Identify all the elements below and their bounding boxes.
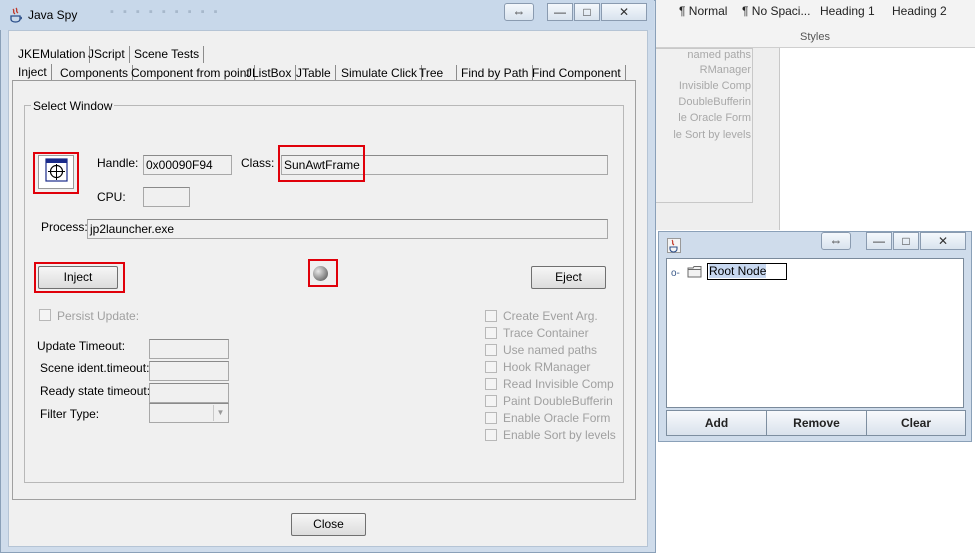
cpu-label: CPU: (97, 190, 126, 204)
enable-sort-by-levels-checkbox[interactable] (485, 429, 497, 441)
java-app-icon (667, 238, 681, 253)
tab-jscript[interactable]: JScript (84, 46, 130, 63)
background-panel: named paths RManager Invisible Comp Doub… (655, 48, 780, 230)
folder-icon (687, 265, 703, 278)
create-event-arg-label: Create Event Arg. (503, 309, 598, 323)
highlight-finder-tool (33, 152, 79, 194)
scene-ident-timeout-field[interactable] (149, 361, 229, 381)
use-named-paths-label: Use named paths (503, 343, 598, 357)
chevron-down-icon: ▼ (213, 405, 227, 421)
update-timeout-label: Update Timeout: (37, 339, 126, 353)
bg-option: DoubleBufferin (678, 96, 751, 108)
window-title: Java Spy (28, 8, 78, 22)
tab-scene-tests[interactable]: Scene Tests (130, 46, 205, 63)
hook-rmanager-checkbox[interactable] (485, 361, 497, 373)
bg-option: le Sort by levels (673, 129, 751, 141)
enable-oracle-form-label: Enable Oracle Form (503, 411, 611, 425)
minimize-button[interactable]: — (866, 232, 892, 250)
trace-container-checkbox[interactable] (485, 327, 497, 339)
eject-button[interactable]: Eject (531, 266, 606, 289)
process-label: Process: (41, 220, 88, 234)
handle-field: 0x00090F94 (143, 155, 232, 175)
persist-update-checkbox[interactable] (39, 309, 51, 321)
minimize-button[interactable]: — (547, 3, 573, 21)
style-normal[interactable]: ¶ Normal (679, 4, 727, 18)
swap-icon[interactable]: ⇔ (504, 3, 534, 21)
maximize-button[interactable]: □ (893, 232, 919, 250)
style-heading-2[interactable]: Heading 2 (892, 4, 947, 18)
add-button[interactable]: Add (666, 410, 767, 436)
background-options-list: named paths RManager Invisible Comp Doub… (655, 48, 753, 203)
handle-label: Handle: (97, 156, 139, 170)
ready-state-timeout-field[interactable] (149, 383, 229, 403)
class-label: Class: (241, 156, 275, 170)
remove-button[interactable]: Remove (766, 410, 867, 436)
blurred-toolbar-ghost: ▪ ▪ ▪ ▪ ▪ ▪ ▪ ▪ ▪ (110, 6, 221, 18)
select-window-group-label: Select Window (31, 99, 115, 113)
tree-view[interactable]: o- Root Node (666, 258, 964, 408)
create-event-arg-checkbox[interactable] (485, 310, 497, 322)
filter-type-label: Filter Type: (40, 407, 100, 421)
swap-icon[interactable]: ⇔ (821, 232, 851, 250)
close-window-button[interactable]: ✕ (920, 232, 966, 250)
trace-container-label: Trace Container (503, 326, 589, 340)
java-app-icon (9, 7, 23, 23)
highlight-status-indicator (308, 259, 338, 287)
bg-option: RManager (699, 64, 751, 76)
close-button[interactable]: Close (291, 513, 366, 536)
bg-option: le Oracle Form (678, 112, 751, 124)
enable-oracle-form-checkbox[interactable] (485, 412, 497, 424)
clear-button[interactable]: Clear (866, 410, 966, 436)
read-invisible-comp-checkbox[interactable] (485, 378, 497, 390)
hook-rmanager-label: Hook RManager (503, 360, 591, 374)
highlight-class-field (278, 145, 365, 182)
paint-doublebuffering-label: Paint DoubleBufferin (503, 394, 613, 408)
enable-sort-by-levels-label: Enable Sort by levels (503, 428, 616, 442)
tab-jkemulation[interactable]: JKEMulation (14, 46, 91, 63)
ready-state-timeout-label: Ready state timeout: (40, 384, 151, 398)
highlight-inject-button (34, 262, 125, 293)
persist-update-label: Persist Update: (57, 309, 140, 323)
root-node-label: Root Node (709, 264, 767, 278)
word-ribbon: ¶ Normal ¶ No Spaci... Heading 1 Heading… (655, 0, 975, 48)
scene-ident-timeout-label: Scene ident.timeout: (40, 361, 150, 375)
style-heading-1[interactable]: Heading 1 (820, 4, 875, 18)
style-no-spacing[interactable]: ¶ No Spaci... (742, 4, 810, 18)
read-invisible-comp-label: Read Invisible Comp (503, 377, 614, 391)
paint-doublebuffering-checkbox[interactable] (485, 395, 497, 407)
expand-handle-icon[interactable]: o- (671, 268, 680, 279)
close-window-button[interactable]: ✕ (601, 3, 647, 21)
process-field: jp2launcher.exe (87, 219, 608, 239)
cpu-field (143, 187, 190, 207)
root-node[interactable]: Root Node (707, 263, 787, 280)
styles-group-label: Styles (800, 31, 830, 43)
bg-option: named paths (687, 49, 751, 61)
filter-type-select[interactable]: ▼ (149, 403, 229, 423)
maximize-button[interactable]: □ (574, 3, 600, 21)
bg-option: Invisible Comp (678, 80, 751, 92)
use-named-paths-checkbox[interactable] (485, 344, 497, 356)
update-timeout-field[interactable] (149, 339, 229, 359)
